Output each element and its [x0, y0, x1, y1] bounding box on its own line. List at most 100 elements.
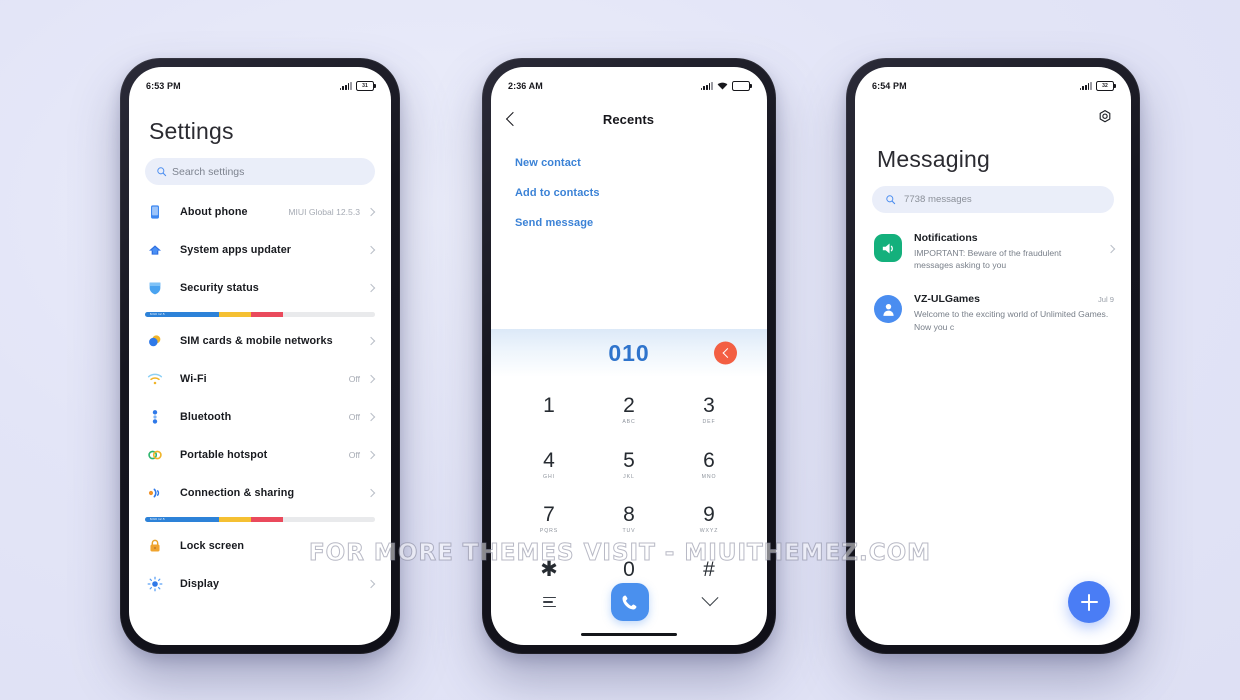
sidebar-item-value: Off [348, 450, 360, 460]
chevron-right-icon [366, 283, 376, 293]
wifi-icon [717, 82, 728, 90]
status-bar: 6:54 PM 32 [855, 67, 1131, 96]
search-placeholder: 7738 messages [904, 194, 972, 205]
thread-preview: IMPORTANT: Beware of the fraudulent mess… [914, 248, 1062, 271]
display-icon [147, 576, 163, 592]
dialpad-key-5[interactable]: 5 JKL [589, 438, 669, 493]
signal-bars-icon [1079, 81, 1092, 90]
settings-list: About phone MIUI Global 12.5.3 System ap… [129, 193, 391, 603]
sidebar-item-label: Bluetooth [180, 411, 232, 423]
page-title: Recents [602, 111, 655, 127]
dialer-nav-bar: Recents [491, 102, 767, 136]
dialpad-key-4[interactable]: 4 GHI [509, 438, 589, 493]
gear-icon[interactable] [1097, 109, 1113, 125]
storage-seg-2 [250, 312, 283, 317]
battery-icon [732, 80, 752, 92]
messaging-screen: 6:54 PM 32 Messaging 7738 messages Notif… [855, 67, 1131, 645]
dialpad-key-8[interactable]: 8 TUV [589, 492, 669, 547]
sidebar-item-label: System apps updater [180, 244, 292, 256]
sidebar-item-value: Off [348, 412, 360, 422]
list-item[interactable]: VZ-ULGames Jul 9 Welcome to the exciting… [855, 282, 1131, 343]
dialpad-key-3[interactable]: 3 DEF [669, 383, 749, 438]
wifi-icon [147, 371, 163, 387]
list-item[interactable]: Notifications IMPORTANT: Beware of the f… [855, 221, 1131, 282]
sidebar-item-value: Off [348, 374, 360, 384]
status-icons: 31 [339, 80, 376, 92]
dialed-number: 010 [608, 339, 650, 366]
dialpad-key-9[interactable]: 9 WXYZ [669, 492, 749, 547]
chevron-down-icon[interactable] [701, 589, 718, 607]
key-letters: JKL [623, 473, 635, 480]
key-digit: # [703, 557, 715, 581]
sidebar-item-sim-cards[interactable]: SIM cards & mobile networks [129, 322, 391, 360]
sidebar-item-connection-sharing[interactable]: Connection & sharing [129, 474, 391, 512]
dialpad-key-2[interactable]: 2 ABC [589, 383, 669, 438]
chevron-right-icon [366, 207, 376, 217]
key-digit: 6 [703, 448, 715, 472]
status-time: 6:54 PM [872, 81, 907, 91]
dialpad-key-6[interactable]: 6 MNO [669, 438, 749, 493]
new-message-button[interactable] [1068, 581, 1110, 623]
dialed-number-bar: 010 [491, 329, 767, 377]
chevron-right-icon [366, 374, 376, 384]
thread-date: Jul 9 [1097, 295, 1114, 305]
page-title: Settings [149, 118, 234, 144]
phone-messaging: 6:54 PM 32 Messaging 7738 messages Notif… [846, 58, 1140, 654]
sidebar-item-bluetooth[interactable]: Bluetooth Off [129, 398, 391, 436]
signal-bars-icon [700, 81, 713, 90]
sidebar-item-portable-hotspot[interactable]: Portable hotspot Off [129, 436, 391, 474]
thread-body: Notifications IMPORTANT: Beware of the f… [914, 232, 1100, 271]
dialpad-key-7[interactable]: 7 PQRS [509, 492, 589, 547]
chevron-right-icon [366, 412, 376, 422]
sidebar-item-security-status[interactable]: Security status [129, 269, 391, 307]
thread-preview: Welcome to the exciting world of Unlimit… [914, 309, 1109, 332]
sidebar-item-label: Wi-Fi [180, 373, 207, 385]
sidebar-item-label: Lock screen [180, 540, 245, 552]
key-letters: WXYZ [699, 528, 719, 535]
sidebar-item-label: Security status [180, 282, 259, 294]
message-thread-list: Notifications IMPORTANT: Beware of the f… [855, 221, 1131, 344]
speaker-glyph [882, 243, 893, 253]
send-message-link[interactable]: Send message [515, 208, 743, 238]
storage-seg-1 [218, 517, 251, 522]
screenshot-stage: 6:53 PM 31 Settings Search settings Abou… [0, 0, 1240, 700]
sidebar-item-display[interactable]: Display [129, 565, 391, 603]
dialer-bottom-bar [491, 581, 767, 623]
security-shield-icon [147, 280, 163, 296]
sidebar-item-wifi[interactable]: Wi-Fi Off [129, 360, 391, 398]
thread-header: VZ-ULGames Jul 9 [914, 293, 1114, 305]
phone-call-icon[interactable] [610, 583, 649, 621]
search-icon [157, 167, 167, 177]
add-to-contacts-link[interactable]: Add to contacts [515, 178, 743, 208]
battery-icon: 31 [356, 80, 376, 92]
search-placeholder: Search settings [172, 165, 245, 178]
menu-icon[interactable] [542, 597, 556, 607]
key-digit: 9 [703, 503, 715, 527]
sidebar-item-lock-screen[interactable]: Lock screen [129, 527, 391, 565]
phone-dialer: 2:36 AM Recents New contact Add to conta… [482, 58, 776, 654]
lock-screen-icon [147, 538, 163, 554]
settings-screen: 6:53 PM 31 Settings Search settings Abou… [129, 67, 391, 645]
sim-cards-icon [147, 333, 163, 349]
key-digit: 0 [623, 557, 635, 581]
sidebar-item-label: Display [180, 578, 220, 590]
sidebar-item-label: Portable hotspot [180, 449, 268, 461]
new-contact-link[interactable]: New contact [515, 148, 743, 178]
about-phone-icon [147, 204, 163, 220]
dialpad-key-1[interactable]: 1 [509, 383, 589, 438]
search-input[interactable]: 7738 messages [872, 186, 1114, 213]
thread-header: Notifications [914, 232, 1100, 244]
sidebar-item-system-apps-updater[interactable]: System apps updater [129, 231, 391, 269]
storage-bar-label: MIUI 12.5 [150, 312, 165, 316]
connection-sharing-icon [147, 485, 163, 501]
chevron-right-icon [366, 245, 376, 255]
home-indicator [581, 633, 677, 636]
key-letters: GHI [543, 473, 555, 480]
search-input[interactable]: Search settings [145, 158, 375, 185]
search-icon [886, 195, 896, 205]
backspace-icon[interactable] [714, 341, 737, 365]
key-digit: 4 [543, 448, 555, 472]
sidebar-item-about-phone[interactable]: About phone MIUI Global 12.5.3 [129, 193, 391, 231]
phone-settings: 6:53 PM 31 Settings Search settings Abou… [120, 58, 400, 654]
sidebar-item-label: SIM cards & mobile networks [180, 335, 333, 347]
